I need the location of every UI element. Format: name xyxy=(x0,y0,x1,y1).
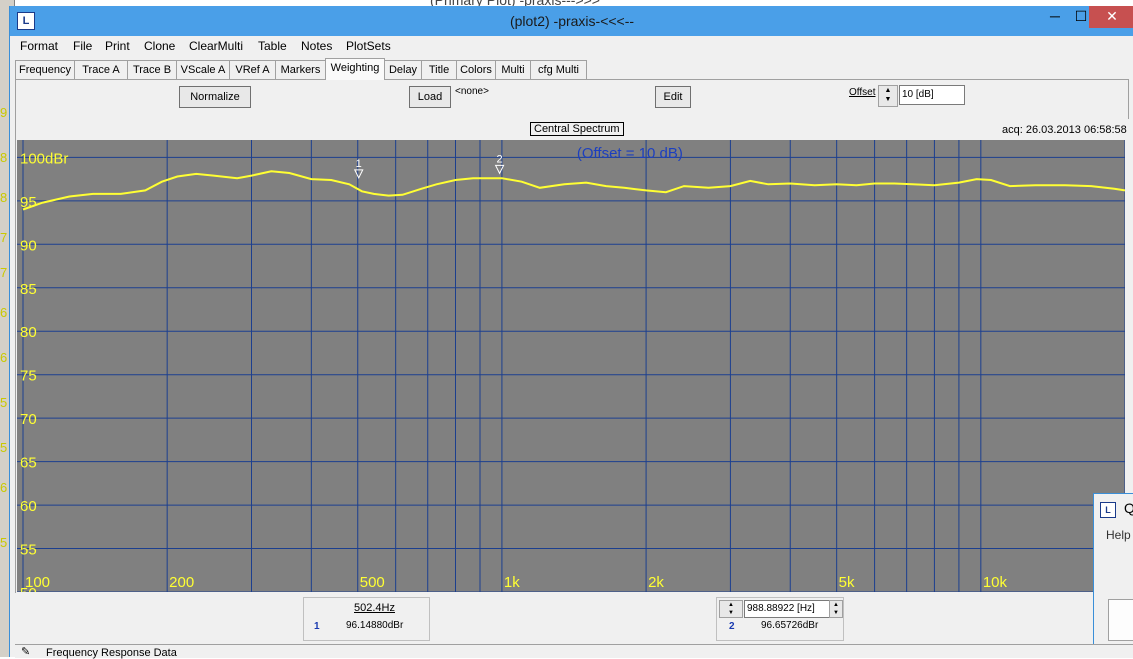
edit-button[interactable]: Edit xyxy=(655,86,691,108)
marker1-value: 96.14880dBr xyxy=(346,620,404,631)
x-tick-label: 500 xyxy=(360,574,385,591)
y-tick-label: 70 xyxy=(20,411,37,428)
offset-input[interactable]: 10 [dB] xyxy=(899,85,965,105)
close-button[interactable]: ✕ xyxy=(1089,6,1133,28)
y-tick-label: 80 xyxy=(20,324,37,341)
marker2-index: 2 xyxy=(729,621,735,632)
x-tick-label: 10k xyxy=(983,574,1008,591)
y-tick-label: 100dBr xyxy=(20,150,68,167)
x-tick-label: 1k xyxy=(504,574,520,591)
tab-title[interactable]: Title xyxy=(421,60,457,79)
acquisition-timestamp: acq: 26.03.2013 06:58:58 xyxy=(1002,124,1127,136)
tab-colors[interactable]: Colors xyxy=(456,60,496,79)
tab-vref-a[interactable]: VRef A xyxy=(229,60,276,79)
offset-label: Offset xyxy=(849,87,876,98)
load-button[interactable]: Load xyxy=(409,86,451,108)
tab-markers[interactable]: Markers xyxy=(275,60,326,79)
weighting-panel: Normalize Load <none> Edit Offset ▲ ▼ 10 … xyxy=(15,79,1129,119)
menu-clearmulti[interactable]: ClearMulti xyxy=(189,39,243,53)
status-text: Frequency Response Data xyxy=(46,647,177,659)
marker2-frequency-input[interactable]: 988.88922 [Hz] xyxy=(744,600,830,618)
side-menu-help[interactable]: Help xyxy=(1106,528,1131,542)
menu-clone[interactable]: Clone xyxy=(144,39,175,53)
tab-multi[interactable]: Multi xyxy=(495,60,531,79)
menu-print[interactable]: Print xyxy=(105,39,130,53)
tab-weighting[interactable]: Weighting xyxy=(325,58,385,80)
menu-file[interactable]: File xyxy=(73,39,92,53)
marker-label: 2 xyxy=(497,153,503,165)
weighting-file-name: <none> xyxy=(455,86,489,97)
x-tick-label: 100 xyxy=(25,574,50,591)
marker1-frequency[interactable]: 502.4Hz xyxy=(354,602,395,614)
window-title: (plot2) -praxis-<<<-- xyxy=(509,13,635,29)
tab-frequency[interactable]: Frequency xyxy=(15,60,75,79)
x-tick-label: 200 xyxy=(169,574,194,591)
offset-spinner[interactable]: ▲ ▼ xyxy=(878,85,898,107)
marker2-readout: ▲ ▼ 988.88922 [Hz] ▲ ▼ 2 96.65726dBr xyxy=(716,597,844,641)
title-bar[interactable]: L (plot2) -praxis-<<<-- ─ ☐ ✕ xyxy=(10,6,1133,36)
y-tick-label: 60 xyxy=(20,498,37,515)
marker-triangle xyxy=(353,169,364,179)
tab-cfg-multi[interactable]: cfg Multi xyxy=(530,60,587,79)
offset-annotation: (Offset = 10 dB) xyxy=(577,145,683,162)
y-tick-label: 75 xyxy=(20,368,37,385)
marker1-readout: 502.4Hz 1 96.14880dBr xyxy=(303,597,430,641)
status-bar: ✎ Frequency Response Data xyxy=(15,644,1133,659)
tab-strip: Frequency Trace A Trace B VScale A VRef … xyxy=(15,58,1127,80)
tab-trace-b[interactable]: Trace B xyxy=(127,60,177,79)
tab-vscale-a[interactable]: VScale A xyxy=(176,60,230,79)
x-tick-label: 5k xyxy=(839,574,855,591)
y-tick-label: 65 xyxy=(20,455,37,472)
marker2-right-spinner[interactable]: ▲ ▼ xyxy=(829,600,843,618)
menu-format[interactable]: Format xyxy=(20,39,58,53)
tab-trace-a[interactable]: Trace A xyxy=(74,60,128,79)
x-tick-label: 2k xyxy=(648,574,664,591)
menu-plotsets[interactable]: PlotSets xyxy=(346,39,391,53)
menu-table[interactable]: Table xyxy=(258,39,287,53)
marker2-value: 96.65726dBr xyxy=(761,620,819,631)
normalize-button[interactable]: Normalize xyxy=(179,86,251,108)
status-icon: ✎ xyxy=(21,646,31,658)
menu-bar: Format File Print Clone ClearMulti Table… xyxy=(10,36,1133,56)
spectrum-chart[interactable]: 100dBr959085807570656055501002005001k2k5… xyxy=(17,140,1125,592)
tab-delay[interactable]: Delay xyxy=(384,60,422,79)
menu-notes[interactable]: Notes xyxy=(301,39,332,53)
series-line xyxy=(22,170,1125,211)
marker1-index: 1 xyxy=(314,621,320,632)
y-tick-label: 90 xyxy=(20,237,37,254)
marker2-left-spinner[interactable]: ▲ ▼ xyxy=(719,600,743,618)
y-tick-label: 55 xyxy=(20,542,37,559)
side-window-title: Q xyxy=(1124,500,1133,516)
y-tick-label: 85 xyxy=(20,281,37,298)
side-window[interactable]: L Q Help xyxy=(1093,493,1133,644)
side-panel-button[interactable] xyxy=(1108,599,1133,641)
marker-label: 1 xyxy=(356,158,362,170)
side-app-icon: L xyxy=(1100,502,1116,518)
chart-title[interactable]: Central Spectrum xyxy=(530,122,624,136)
plot-area[interactable]: 100dBr959085807570656055501002005001k2k5… xyxy=(17,140,1125,592)
